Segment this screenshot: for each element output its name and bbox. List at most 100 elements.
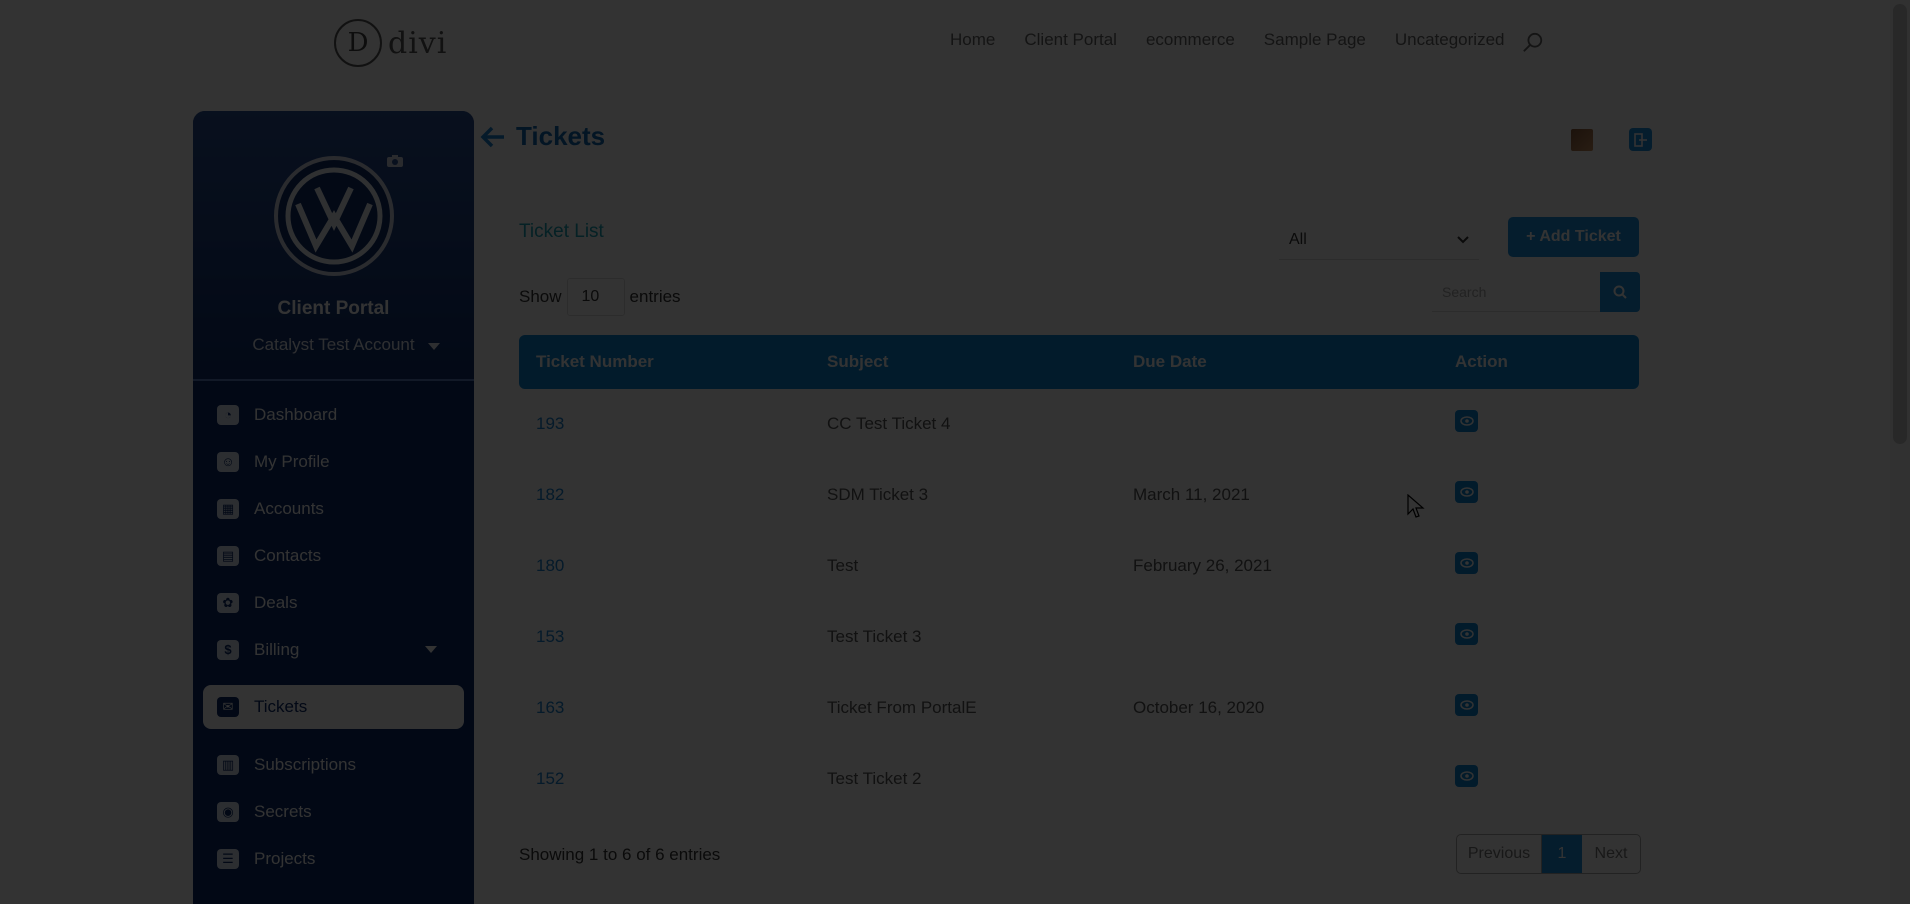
sidebar-item-label: Accounts (254, 498, 324, 518)
ticket-subject: CC Test Ticket 4 (827, 414, 951, 433)
sidebar-item-label: Projects (254, 848, 316, 868)
building-icon: ▦ (217, 498, 239, 519)
account-name: Catalyst Test Account (252, 335, 415, 354)
view-ticket-button[interactable] (1455, 552, 1478, 574)
eye-icon (1459, 629, 1474, 639)
ticket-due-date: February 26, 2021 (1133, 556, 1272, 575)
sidebar-item-label: Dashboard (254, 404, 338, 424)
status-filter-select[interactable]: All (1279, 220, 1479, 260)
avatar (274, 156, 394, 276)
sidebar-item-label: Secrets (254, 801, 312, 821)
page-number-button[interactable]: 1 (1542, 835, 1582, 873)
ticket-number-link[interactable]: 193 (536, 414, 564, 434)
entries-select[interactable]: 10 (566, 278, 625, 316)
page-scrollbar[interactable] (1890, 0, 1910, 904)
site-logo[interactable]: D divi (334, 18, 447, 68)
menu-item-sample-page[interactable]: Sample Page (1264, 30, 1366, 50)
main-menu: Home Client Portal ecommerce Sample Page… (950, 30, 1504, 50)
ticket-icon: ✉ (217, 697, 239, 717)
search-icon (1613, 285, 1627, 299)
menu-item-ecommerce[interactable]: ecommerce (1146, 30, 1235, 50)
sidebar-item-dashboard[interactable]: ◔ Dashboard (193, 391, 474, 438)
column-header-ticket-number[interactable]: Ticket Number (536, 352, 654, 372)
view-ticket-button[interactable] (1455, 694, 1478, 716)
search-button[interactable] (1600, 272, 1640, 312)
sidebar-item-billing[interactable]: $ Billing (193, 626, 474, 673)
eye-icon (1459, 416, 1474, 426)
vw-logo-icon (285, 167, 383, 265)
scrollbar-thumb[interactable] (1893, 4, 1907, 444)
sidebar-item-label: Billing (254, 639, 300, 659)
search-icon[interactable] (1522, 32, 1544, 54)
ticket-number-link[interactable]: 182 (536, 485, 564, 505)
ticket-number-link[interactable]: 153 (536, 627, 564, 647)
sidebar-item-deals[interactable]: ✿ Deals (193, 579, 474, 626)
sidebar-profile: Client Portal Catalyst Test Account (193, 111, 474, 381)
ticket-subject: SDM Ticket 3 (827, 485, 929, 504)
table-header: Ticket Number Subject Due Date Action (519, 335, 1639, 389)
sidebar-item-label: Tickets (254, 697, 308, 716)
sidebar-item-projects[interactable]: ☰ Projects (193, 835, 474, 882)
calendar-icon: ▥ (217, 754, 239, 775)
view-ticket-button[interactable] (1455, 765, 1478, 787)
portal-title: Client Portal (277, 298, 390, 319)
entries-length-control: Show 10 entries (519, 278, 681, 316)
user-avatar[interactable] (1571, 129, 1593, 151)
camera-icon[interactable] (386, 154, 404, 168)
logo-text: divi (388, 25, 448, 61)
previous-page-button[interactable]: Previous (1457, 835, 1542, 873)
ticket-due-date: October 16, 2020 (1133, 698, 1265, 717)
page-title: Tickets (516, 121, 606, 151)
logout-icon (1633, 132, 1647, 147)
back-arrow-icon[interactable] (480, 126, 506, 148)
sidebar-item-contacts[interactable]: ▤ Contacts (193, 532, 474, 579)
sidebar-item-accounts[interactable]: ▦ Accounts (193, 485, 474, 532)
mouse-cursor-icon (1407, 494, 1425, 518)
ticket-number-link[interactable]: 152 (536, 769, 564, 789)
ticket-number-link[interactable]: 180 (536, 556, 564, 576)
search-input[interactable]: Search (1432, 272, 1602, 312)
sidebar-item-label: Contacts (254, 545, 322, 565)
column-header-action: Action (1455, 352, 1508, 371)
sidebar-item-label: My Profile (254, 451, 330, 471)
sidebar-nav: ◔ Dashboard ☺ My Profile ▦ Accounts ▤ Co… (193, 391, 474, 882)
eye-icon (1459, 771, 1474, 781)
column-header-due-date[interactable]: Due Date (1133, 352, 1207, 372)
show-label: Show (519, 287, 562, 306)
sidebar-item-tickets[interactable]: ✉ Tickets (203, 685, 464, 729)
sidebar-item-label: Subscriptions (254, 754, 357, 774)
menu-item-home[interactable]: Home (950, 30, 995, 50)
account-switcher[interactable]: Catalyst Test Account (193, 335, 474, 355)
menu-item-client-portal[interactable]: Client Portal (1024, 30, 1117, 50)
table-row: 163 Ticket From PortalE October 16, 2020 (519, 673, 1639, 744)
ticket-subject: Test Ticket 2 (827, 769, 922, 788)
sidebar-divider (193, 379, 474, 381)
view-ticket-button[interactable] (1455, 410, 1478, 432)
table-info: Showing 1 to 6 of 6 entries (519, 845, 721, 864)
view-ticket-button[interactable] (1455, 481, 1478, 503)
ticket-number-link[interactable]: 163 (536, 698, 564, 718)
next-page-button[interactable]: Next (1582, 835, 1640, 873)
column-header-subject[interactable]: Subject (827, 352, 888, 372)
sidebar-item-subscriptions[interactable]: ▥ Subscriptions (193, 741, 474, 788)
ticket-subject: Test (827, 556, 859, 575)
table-row: 182 SDM Ticket 3 March 11, 2021 (519, 460, 1639, 531)
entries-label: entries (629, 287, 681, 306)
ticket-subject: Test Ticket 3 (827, 627, 922, 646)
view-ticket-button[interactable] (1455, 623, 1478, 645)
logout-button[interactable] (1629, 128, 1652, 151)
sidebar: Client Portal Catalyst Test Account ◔ Da… (193, 111, 474, 904)
sidebar-item-secrets[interactable]: ◉ Secrets (193, 788, 474, 835)
add-ticket-button[interactable]: + Add Ticket (1508, 217, 1639, 257)
menu-item-uncategorized[interactable]: Uncategorized (1395, 30, 1505, 50)
handshake-icon: ✿ (217, 592, 239, 613)
caret-down-icon (425, 646, 437, 653)
project-icon: ☰ (217, 848, 239, 869)
sidebar-item-my-profile[interactable]: ☺ My Profile (193, 438, 474, 485)
logo-mark: D (334, 19, 382, 67)
sidebar-item-label: Deals (254, 592, 298, 612)
top-navigation: D divi Home Client Portal ecommerce Samp… (0, 0, 1910, 86)
dashboard-icon: ◔ (217, 404, 239, 425)
table-row: 152 Test Ticket 2 (519, 744, 1639, 815)
eye-icon (1459, 700, 1474, 710)
